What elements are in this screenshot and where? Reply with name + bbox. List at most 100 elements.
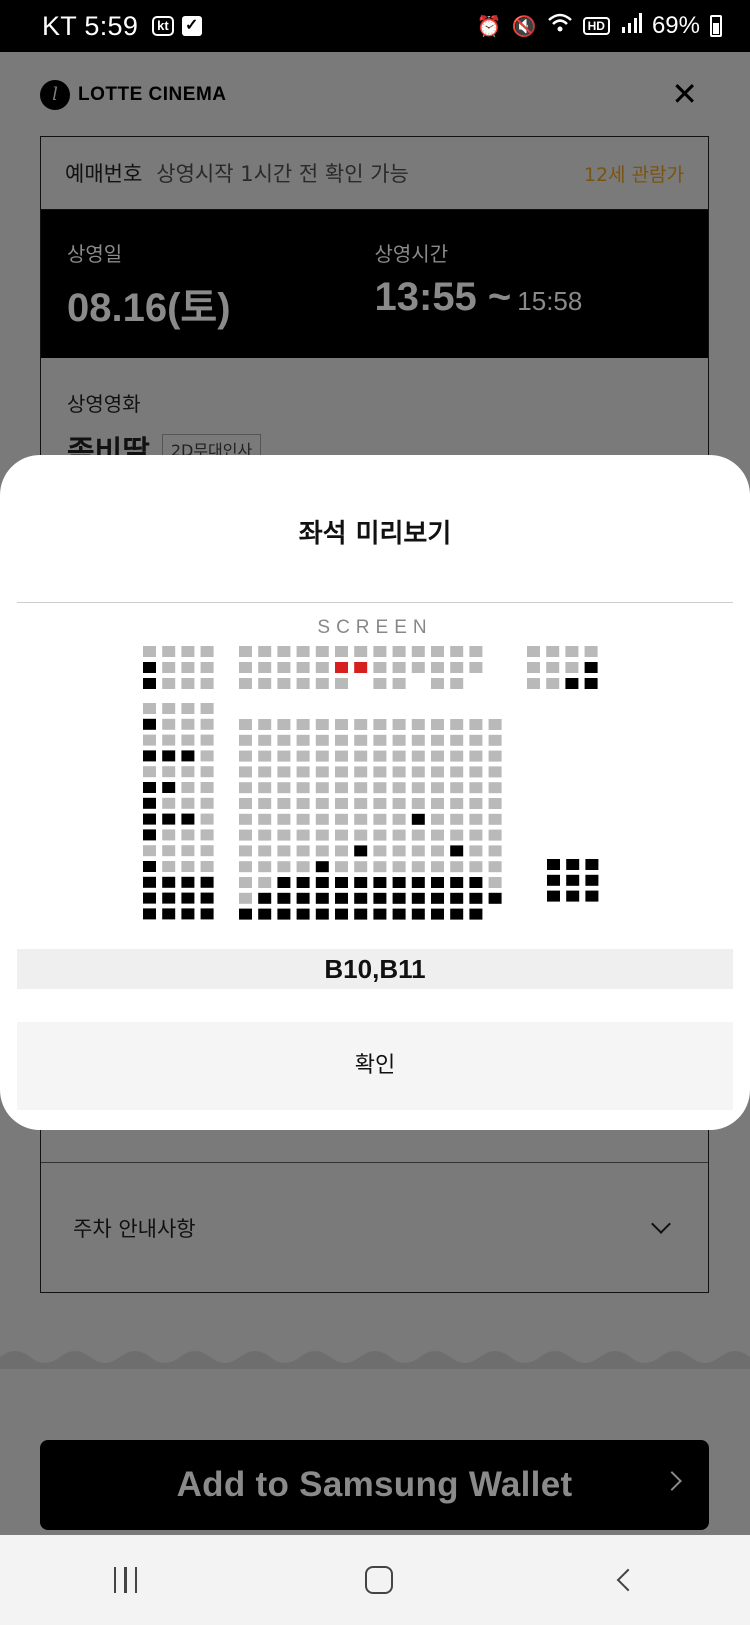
seat-available <box>392 829 406 841</box>
seat-available <box>239 829 252 841</box>
seat-available <box>469 750 483 762</box>
status-icons: ⏰ 🔇 HD 69% <box>477 12 722 40</box>
show-date-label: 상영일 <box>67 242 123 266</box>
seat-taken <box>143 750 156 762</box>
seat-taken <box>143 829 156 841</box>
seat-available <box>200 845 214 857</box>
seat-available <box>431 813 444 825</box>
seat-available <box>450 678 464 689</box>
kt-app-icon: kt <box>152 16 174 36</box>
seat-available <box>162 646 176 657</box>
age-rating: 12세 관람가 <box>583 163 684 186</box>
seat-available <box>239 662 252 673</box>
seat-available <box>277 750 291 762</box>
seat-taken <box>566 859 580 870</box>
seat-available <box>239 750 252 762</box>
seat-preview-modal: 좌석 미리보기 SCREEN B10,B11 확인 <box>0 455 750 1130</box>
seat-available <box>411 734 425 746</box>
seat-taken <box>315 861 329 873</box>
close-icon[interactable]: ✕ <box>671 78 698 110</box>
seat-available <box>181 703 195 714</box>
seat-available <box>181 678 195 689</box>
seat-available <box>411 829 425 841</box>
add-to-samsung-wallet-button[interactable]: Add to Samsung Wallet <box>40 1440 709 1530</box>
home-button-icon[interactable] <box>364 1566 393 1594</box>
seat-taken <box>488 892 502 904</box>
alarm-icon: ⏰ <box>476 15 502 38</box>
seat-taken <box>450 845 464 857</box>
seat-available <box>469 734 483 746</box>
seat-available <box>373 798 387 809</box>
seat-available <box>411 662 425 673</box>
seat-available <box>200 678 214 689</box>
seat-available <box>162 678 176 689</box>
seat-available <box>258 750 272 762</box>
seat-available <box>181 845 195 857</box>
seat-available <box>296 798 310 809</box>
seat-taken <box>143 678 156 689</box>
seat-available <box>200 782 214 793</box>
recents-button-icon[interactable] <box>113 1567 138 1593</box>
seat-available <box>411 766 425 778</box>
seat-available <box>373 766 387 778</box>
seat-available <box>392 798 406 809</box>
seat-available <box>373 662 387 673</box>
seat-available <box>162 845 176 857</box>
seat-available <box>488 813 502 825</box>
seat-available <box>258 813 272 825</box>
seat-available <box>296 766 310 778</box>
confirm-button[interactable]: 확인 <box>17 1022 733 1110</box>
seat-available <box>431 646 444 657</box>
seat-available <box>200 861 214 872</box>
seat-available <box>315 845 329 857</box>
seat-available <box>373 750 387 762</box>
ticket-perforation <box>0 1351 750 1369</box>
seat-taken <box>585 890 599 902</box>
seat-available <box>335 782 348 794</box>
status-bar: KT 5:59 kt ✓ ⏰ 🔇 HD 69% <box>0 0 750 52</box>
seat-taken <box>585 859 599 870</box>
movie-label: 상영영화 <box>67 392 141 416</box>
seat-available <box>315 734 329 746</box>
seat-taken <box>181 892 195 904</box>
seat-available <box>258 678 272 689</box>
seat-taken <box>411 813 425 825</box>
seat-taken <box>296 892 310 904</box>
seat-available <box>315 813 329 825</box>
back-button-icon[interactable] <box>616 1568 640 1592</box>
seat-available <box>488 798 502 809</box>
seat-taken <box>373 892 387 904</box>
seat-available <box>143 845 156 857</box>
seat-taken <box>181 750 195 762</box>
seat-available <box>181 861 195 872</box>
seat-available <box>546 662 560 673</box>
show-time: 상영시간 13:55 ~15:58 <box>375 238 683 358</box>
seat-available <box>277 829 291 841</box>
seat-available <box>181 766 195 778</box>
seat-taken <box>143 782 156 793</box>
seat-available <box>258 798 272 809</box>
seat-available <box>143 766 156 778</box>
seat-available <box>181 662 195 673</box>
seat-taken <box>143 718 156 730</box>
seat-taken <box>373 877 387 888</box>
seat-available <box>162 718 176 730</box>
parking-info-row[interactable]: 주차 안내사항 <box>41 1163 708 1293</box>
seat-available <box>469 798 483 809</box>
seat-available <box>296 734 310 746</box>
seat-taken <box>392 877 406 888</box>
seat-available <box>431 845 444 857</box>
seat-available <box>335 719 348 730</box>
seat-taken <box>162 876 176 888</box>
booking-row: 예매번호 상영시작 1시간 전 확인 가능 12세 관람가 <box>41 137 708 210</box>
seat-available <box>239 877 252 888</box>
seat-available <box>258 646 272 657</box>
seat-available <box>450 829 464 841</box>
seat-available <box>239 798 252 809</box>
seat-available <box>354 646 368 657</box>
seat-taken <box>162 908 176 920</box>
seat-available <box>277 798 291 809</box>
seat-available <box>296 646 310 657</box>
seat-taken <box>315 877 329 888</box>
seat-taken <box>200 876 214 888</box>
